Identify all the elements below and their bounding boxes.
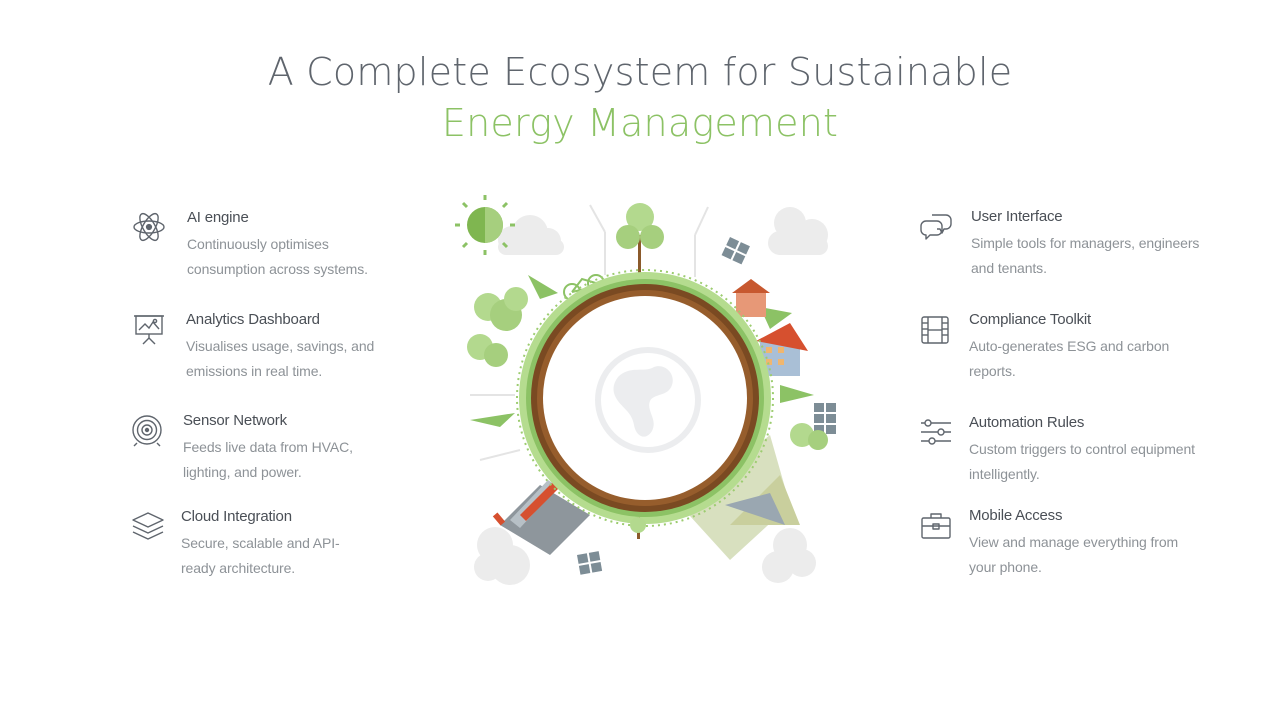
feature-title: Sensor Network: [183, 412, 287, 429]
eco-globe-illustration: [440, 195, 840, 595]
feature-description: Secure, scalable and API- ready architec…: [181, 535, 340, 576]
feature-description: Simple tools for managers, engineers and…: [971, 235, 1200, 276]
slide-title-line2: Energy Management: [441, 101, 839, 145]
feature-title: User Interface: [971, 208, 1063, 225]
feature-title: Automation Rules: [969, 414, 1085, 431]
feature-title: Analytics Dashboard: [186, 311, 320, 328]
feature-description: Continuously optimises consumption acros…: [187, 236, 368, 277]
sun-icon: [455, 195, 515, 255]
tree-icon: [467, 287, 528, 367]
sliders-icon: [919, 415, 953, 449]
film-strip-icon: [919, 312, 953, 346]
tree-icon: [616, 203, 664, 275]
target-icon: [130, 413, 164, 447]
briefcase-icon: [919, 508, 953, 542]
slide-title-line1: A Complete Ecosystem for Sustainable: [267, 50, 1013, 94]
presentation-board-icon: [132, 312, 166, 346]
feature-description: Visualises usage, savings, and emissions…: [186, 338, 375, 379]
feature-title: AI engine: [187, 209, 249, 226]
feature-description: View and manage everything from your pho…: [969, 534, 1179, 575]
layers-icon: [131, 509, 165, 543]
feature-title: Compliance Toolkit: [969, 311, 1092, 328]
tree-icon: [630, 517, 646, 539]
feature-title: Cloud Integration: [181, 508, 292, 525]
feature-title: Mobile Access: [969, 507, 1063, 524]
feature-description: Custom triggers to control equipment int…: [969, 441, 1195, 482]
feature-description: Feeds live data from HVAC, lighting, and…: [183, 439, 353, 480]
feature-description: Auto-generates ESG and carbon reports.: [969, 338, 1170, 379]
atom-icon: [132, 210, 166, 244]
chat-bubbles-icon: [919, 209, 953, 243]
